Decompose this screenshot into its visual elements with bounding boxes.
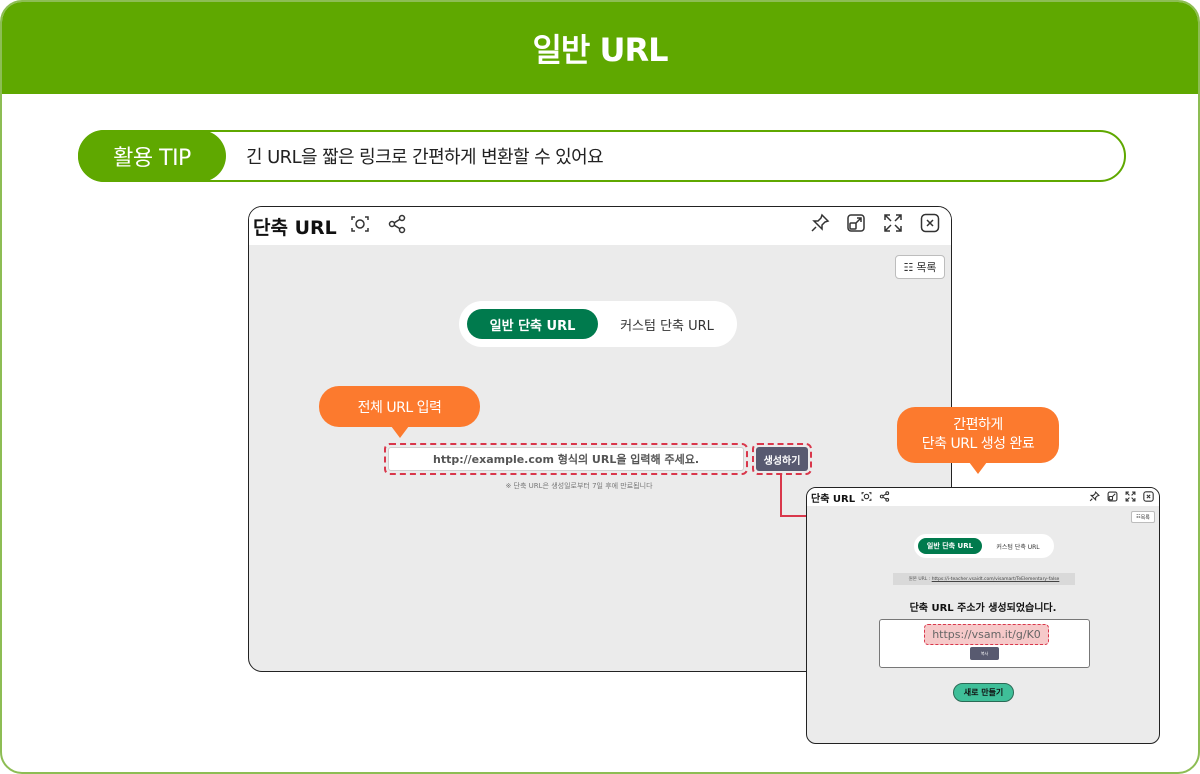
share-icon[interactable]	[386, 213, 408, 235]
tip-label: 활용 TIP	[78, 130, 226, 182]
capture-icon[interactable]	[860, 490, 872, 502]
close-icon[interactable]	[1142, 490, 1154, 502]
callout-input: 전체 URL 입력	[319, 386, 480, 427]
result-window: 단축 URL ☷ 목록 일반 단축 URL 커스텀 단축 URL 원본 URL …	[806, 487, 1160, 744]
share-icon[interactable]	[878, 490, 890, 502]
result-window-titlebar: 단축 URL	[807, 488, 1159, 506]
callout-done: 간편하게 단축 URL 생성 완료	[897, 407, 1059, 463]
original-url-row: 원본 URL : https://i-teacher.vsaidt.com/vi…	[893, 573, 1075, 585]
new-button[interactable]: 새로 만들기	[953, 683, 1014, 702]
list-button-label: 목록	[1140, 514, 1150, 521]
result-box: https://vsam.it/g/K0 복사	[879, 619, 1090, 668]
list-button[interactable]: ☷ 목록	[895, 255, 945, 279]
generate-button[interactable]: 생성하기	[756, 447, 808, 471]
tab-general-short-url[interactable]: 일반 단축 URL	[467, 309, 598, 339]
capture-icon[interactable]	[349, 213, 371, 235]
list-button-label: 목록	[916, 261, 937, 274]
short-url-value[interactable]: https://vsam.it/g/K0	[924, 624, 1049, 645]
tip-bar: 활용 TIP 긴 URL을 짧은 링크로 간편하게 변환할 수 있어요	[78, 130, 1126, 182]
url-type-tabs: 일반 단축 URL 커스텀 단축 URL	[914, 534, 1054, 558]
url-input-highlight: http://example.com 형식의 URL을 입력해 주세요.	[384, 443, 748, 475]
pin-icon[interactable]	[809, 212, 831, 234]
list-button[interactable]: ☷ 목록	[1131, 511, 1155, 523]
tip-text: 긴 URL을 짧은 링크로 간편하게 변환할 수 있어요	[246, 147, 604, 168]
callout-done-line1: 간편하게	[953, 417, 1003, 433]
url-input[interactable]: http://example.com 형식의 URL을 입력해 주세요.	[388, 447, 744, 471]
result-window-title: 단축 URL	[811, 494, 856, 505]
expiry-note: ※ 단축 URL은 생성일로부터 7일 후에 만료됩니다	[505, 482, 653, 490]
done-message: 단축 URL 주소가 생성되었습니다.	[909, 603, 1057, 614]
generate-button-highlight: 생성하기	[752, 443, 812, 475]
page-title: 일반 URL	[532, 31, 668, 69]
window-titlebar: 단축 URL	[249, 207, 951, 245]
pin-icon[interactable]	[1088, 490, 1100, 502]
popout-icon[interactable]	[1106, 490, 1118, 502]
list-icon: ☷	[903, 260, 914, 274]
connector-line-horizontal	[780, 515, 808, 517]
callout-input-text: 전체 URL 입력	[357, 399, 442, 416]
connector-line-vertical	[780, 474, 782, 517]
original-url-label: 원본 URL :	[908, 577, 931, 582]
url-type-tabs: 일반 단축 URL 커스텀 단축 URL	[459, 301, 737, 347]
tab-general-short-url[interactable]: 일반 단축 URL	[918, 538, 982, 554]
original-url-link[interactable]: https://i-teacher.vsaidt.com/visamart/Te…	[932, 577, 1060, 582]
header-bar: 일반 URL	[2, 2, 1198, 94]
copy-button[interactable]: 복사	[970, 647, 999, 660]
window-title: 단축 URL	[253, 217, 337, 239]
tab-custom-short-url[interactable]: 커스텀 단축 URL	[605, 309, 729, 339]
close-icon[interactable]	[919, 212, 941, 234]
expand-icon[interactable]	[1124, 490, 1136, 502]
expand-icon[interactable]	[882, 212, 904, 234]
tab-custom-short-url[interactable]: 커스텀 단축 URL	[986, 538, 1050, 554]
callout-done-line2: 단축 URL 생성 완료	[921, 436, 1035, 452]
popout-icon[interactable]	[845, 212, 867, 234]
